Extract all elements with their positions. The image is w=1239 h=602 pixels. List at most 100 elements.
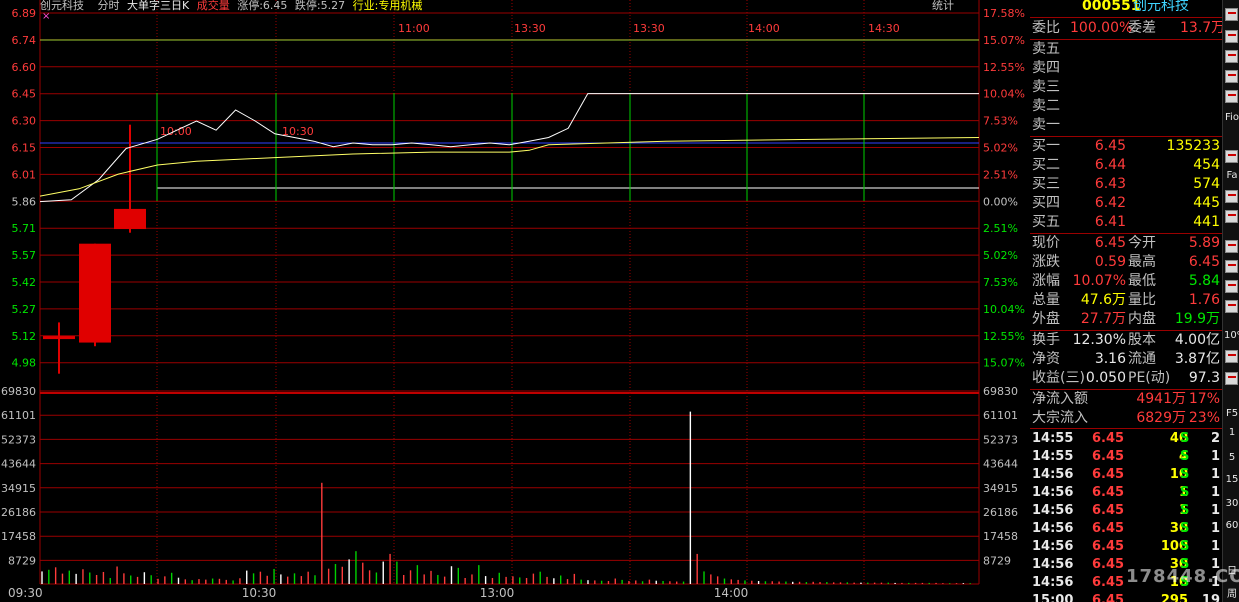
bid-volume: 454 [1193, 157, 1220, 173]
stat-value: 27.7万 [1080, 311, 1126, 327]
toolbar-chart-icon[interactable] [1225, 90, 1238, 103]
stat-label: 流通 [1128, 351, 1156, 367]
bid-price: 6.44 [1094, 157, 1126, 173]
toolbar-chart-icon[interactable] [1225, 300, 1238, 313]
volume-label[interactable]: 成交量 [197, 0, 230, 12]
pct-tick-label: 5.02% [983, 142, 1018, 155]
tick-side: S [1180, 431, 1190, 446]
volume-tick-label-right: 17458 [983, 530, 1018, 543]
ask-label: 卖三 [1032, 79, 1060, 95]
fundamental-row: 收益(三) 0.050 PE(动) 97.3 [1030, 369, 1222, 388]
tick-count: 1 [1210, 539, 1220, 554]
volume-tick-label: 43644 [1, 458, 36, 471]
stats-button[interactable]: 统计 [932, 0, 954, 13]
flow-value: 4941万 [1136, 391, 1186, 407]
bid-price: 6.41 [1094, 214, 1126, 230]
stat-value: 0.050 [1085, 370, 1126, 386]
stat-value: 6.45 [1188, 254, 1220, 270]
toolbar-button[interactable]: 10% [1224, 330, 1239, 341]
toolbar-button[interactable]: 15 [1224, 474, 1239, 485]
candle-body [43, 336, 75, 340]
tick-price: 6.45 [1092, 431, 1125, 446]
toolbar-chart-icon[interactable] [1225, 240, 1238, 253]
intraday-chart[interactable]: 6.89 17.58%6.74 15.07%6.60 12.55%6.45 10.04%… [0, 0, 1030, 602]
pct-tick-label: 2.51% [983, 222, 1018, 235]
tick-time: 15:00 [1032, 593, 1074, 602]
pct-tick-label: 12.55% [983, 61, 1025, 74]
tick-row: 14:56 6.45 100 S 1 [1030, 537, 1222, 556]
quote-panel: 000551 创元科技 委比 100.00% 委差 13.7万 卖五 卖四 卖三 卖二… [1030, 0, 1225, 602]
tick-time: 14:56 [1032, 557, 1074, 572]
toolbar-chart-icon[interactable] [1225, 260, 1238, 273]
tool-label[interactable]: 大单字三日K [127, 0, 189, 12]
toolbar-button[interactable]: 5 [1224, 452, 1239, 463]
tick-price: 6.45 [1092, 467, 1125, 482]
stat-label: 净资 [1032, 351, 1060, 367]
toolbar-button[interactable]: Fa [1224, 170, 1239, 181]
flow-label: 净流入额 [1032, 391, 1088, 407]
panel-stock-name: 创元科技 [1133, 0, 1189, 14]
toolbar-chart-icon[interactable] [1225, 50, 1238, 63]
price-tick-label: 5.71 [12, 222, 37, 235]
toolbar-button[interactable]: Fio [1224, 112, 1239, 123]
stat-value: 3.16 [1094, 351, 1126, 367]
tick-count: 1 [1210, 467, 1220, 482]
toolbar-chart-icon[interactable] [1225, 30, 1238, 43]
close-mark[interactable]: × [42, 12, 50, 22]
price-tick-label: 6.60 [12, 61, 37, 74]
toolbar-chart-icon[interactable] [1225, 372, 1238, 385]
price-tick-label: 6.15 [12, 142, 37, 155]
stat-value: 5.89 [1188, 235, 1220, 251]
volume-tick-label-right: 52373 [983, 433, 1018, 446]
toolbar-button[interactable]: 30 [1224, 498, 1239, 509]
bid-label: 买四 [1032, 195, 1060, 211]
toolbar-button[interactable]: F5 [1224, 408, 1239, 419]
limit-up: 涨停:6.45 [237, 0, 288, 12]
tick-time: 14:56 [1032, 539, 1074, 554]
stat-label: 量比 [1128, 292, 1156, 308]
tick-count: 1 [1210, 485, 1220, 500]
volume-tick-label: 17458 [1, 530, 36, 543]
toolbar-button[interactable]: 1 [1224, 427, 1239, 438]
volume-tick-label-right: 61101 [983, 409, 1018, 422]
toolbar-chart-icon[interactable] [1225, 210, 1238, 223]
pct-tick-label: 2.51% [983, 168, 1018, 181]
pct-tick-label: 7.53% [983, 115, 1018, 128]
volume-tick-label-right: 34915 [983, 482, 1018, 495]
pct-tick-label: 10.04% [983, 88, 1025, 101]
candle-body [114, 208, 146, 230]
tick-price: 6.45 [1092, 539, 1125, 554]
price-tick-label: 6.45 [12, 88, 37, 101]
toolbar-chart-icon[interactable] [1225, 190, 1238, 203]
tick-row: 14:55 6.45 40 S 2 [1030, 429, 1222, 448]
toolbar-chart-icon[interactable] [1225, 70, 1238, 83]
toolbar-chart-icon[interactable] [1225, 8, 1238, 21]
price-tick-label: 5.12 [12, 330, 37, 343]
pct-tick-label: 15.07% [983, 34, 1025, 47]
ask-level: 卖三 [1030, 78, 1222, 97]
period-label[interactable]: 分时 [98, 0, 120, 12]
pct-tick-label: 12.55% [983, 330, 1025, 343]
ask-label: 卖五 [1032, 41, 1060, 57]
ask-label: 卖二 [1032, 98, 1060, 114]
tick-count: 1 [1210, 503, 1220, 518]
pct-tick-label: 0.00% [983, 195, 1018, 208]
tick-time: 14:55 [1032, 449, 1074, 464]
volume-tick-label: 52373 [1, 433, 36, 446]
price-tick-label: 6.30 [12, 115, 37, 128]
bid-volume: 135233 [1166, 138, 1220, 154]
tick-count: 1 [1210, 449, 1220, 464]
toolbar-button[interactable]: 周 [1224, 585, 1239, 600]
toolbar-chart-icon[interactable] [1225, 280, 1238, 293]
toolbar-chart-icon[interactable] [1225, 350, 1238, 363]
toolbar-chart-icon[interactable] [1225, 150, 1238, 163]
volume-tick-label: 61101 [1, 409, 36, 422]
stat-label: 收益(三) [1032, 370, 1085, 386]
toolbar-button[interactable]: 60 [1224, 520, 1239, 531]
bid-volume: 445 [1193, 195, 1220, 211]
stat-value: 97.3 [1188, 370, 1220, 386]
volume-tick-label: 8729 [8, 554, 36, 567]
pct-tick-label: 15.07% [983, 357, 1025, 370]
price-tick-label: 4.98 [12, 357, 37, 370]
tick-time: 14:56 [1032, 575, 1074, 590]
